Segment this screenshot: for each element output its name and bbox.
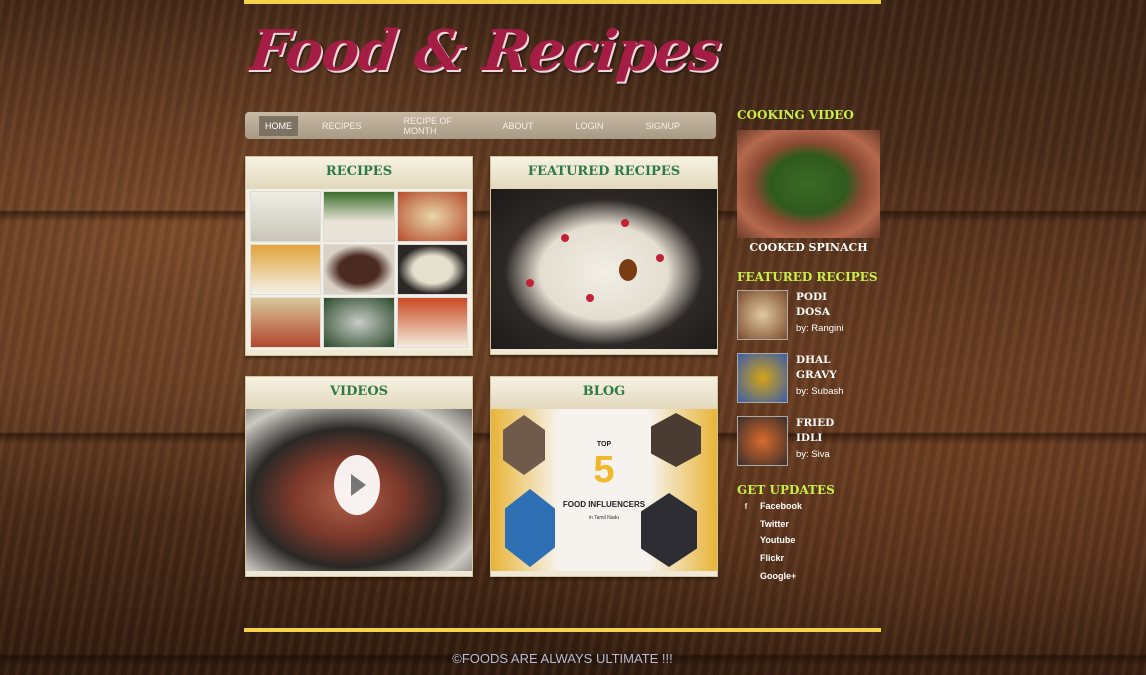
social-link-flickr[interactable]: Flickr: [740, 551, 784, 563]
main-nav: HOME RECIPES RECIPE OF MONTH ABOUT LOGIN…: [245, 112, 716, 139]
pomegranate-garnish: [561, 234, 569, 242]
recipe-thumb[interactable]: [396, 191, 468, 242]
chili-garnish: [619, 259, 637, 281]
get-updates-heading: GET UPDATES: [737, 483, 835, 497]
recipe-thumb[interactable]: [396, 297, 468, 348]
blog-panel[interactable]: BLOG TOP 5 FOOD INFLUENCERS in Tamil Nad…: [490, 376, 718, 577]
nav-recipe-of-month[interactable]: RECIPE OF MONTH: [398, 111, 467, 141]
cooking-video-caption: COOKED SPINACH: [749, 241, 868, 254]
flickr-icon: [740, 551, 752, 561]
nav-login[interactable]: LOGIN: [569, 116, 609, 136]
site-logo[interactable]: Food & Recipes: [247, 18, 724, 84]
nav-home[interactable]: HOME: [259, 115, 298, 136]
nav-signup[interactable]: SIGNUP: [639, 116, 686, 136]
blog-heading: BLOG: [491, 377, 717, 409]
featured-recipe-item[interactable]: DHAL GRAVY by: Subash: [737, 353, 887, 405]
twitter-icon: [740, 517, 752, 527]
recipe-thumb[interactable]: [250, 191, 322, 242]
social-link-facebook[interactable]: f Facebook: [740, 501, 802, 512]
recipe-thumb[interactable]: [323, 244, 395, 295]
recipe-thumb[interactable]: [323, 191, 395, 242]
videos-panel[interactable]: VIDEOS: [245, 376, 473, 577]
recipe-thumb[interactable]: [250, 244, 322, 295]
footer-text: ©FOODS ARE ALWAYS ULTIMATE !!!: [452, 651, 673, 666]
pomegranate-garnish: [586, 294, 594, 302]
featured-recipes-heading: FEATURED RECIPES: [491, 157, 717, 189]
featured-recipe-author: by: Subash: [796, 386, 844, 397]
featured-recipe-author: by: Rangini: [796, 323, 844, 334]
recipe-thumb[interactable]: [323, 297, 395, 348]
featured-recipe-name[interactable]: PODI DOSA: [796, 290, 856, 320]
google-plus-icon: [740, 569, 752, 579]
recipes-heading: RECIPES: [246, 157, 472, 189]
recipes-collage[interactable]: [246, 189, 472, 350]
play-button-icon[interactable]: [334, 455, 380, 515]
pomegranate-garnish: [526, 279, 534, 287]
youtube-icon: [740, 533, 752, 543]
featured-recipe-thumb[interactable]: [737, 416, 788, 466]
featured-recipe-name[interactable]: FRIED IDLI: [796, 416, 856, 446]
recipe-thumb[interactable]: [396, 244, 468, 295]
nav-about[interactable]: ABOUT: [496, 116, 539, 136]
facebook-icon: f: [744, 502, 748, 511]
top-accent-bar: [244, 0, 881, 4]
featured-recipes-panel[interactable]: FEATURED RECIPES: [490, 156, 718, 355]
featured-recipe-item[interactable]: PODI DOSA by: Rangini: [737, 290, 887, 342]
featured-recipe-thumb[interactable]: [737, 353, 788, 403]
featured-recipe-image[interactable]: [491, 189, 717, 349]
featured-recipe-author: by: Siva: [796, 449, 830, 460]
pomegranate-garnish: [621, 219, 629, 227]
video-thumbnail[interactable]: [246, 409, 472, 571]
nav-recipes[interactable]: RECIPES: [316, 116, 368, 136]
featured-recipe-thumb[interactable]: [737, 290, 788, 340]
recipe-thumb[interactable]: [250, 297, 322, 348]
blog-image[interactable]: TOP 5 FOOD INFLUENCERS in Tamil Nadu: [491, 409, 717, 571]
social-link-youtube[interactable]: Youtube: [740, 533, 795, 545]
cooking-video-thumbnail[interactable]: [737, 130, 880, 238]
social-link-twitter[interactable]: Twitter: [740, 517, 789, 529]
pomegranate-garnish: [656, 254, 664, 262]
social-link-google-plus[interactable]: Google+: [740, 569, 796, 581]
bottom-accent-bar: [244, 628, 881, 632]
featured-recipe-name[interactable]: DHAL GRAVY: [796, 353, 856, 383]
cooking-video-heading: COOKING VIDEO: [737, 108, 854, 122]
featured-recipe-item[interactable]: FRIED IDLI by: Siva: [737, 416, 887, 468]
featured-recipes-sidebar-heading: FEATURED RECIPES: [737, 270, 878, 284]
videos-heading: VIDEOS: [246, 377, 472, 409]
recipes-panel[interactable]: RECIPES: [245, 156, 473, 356]
